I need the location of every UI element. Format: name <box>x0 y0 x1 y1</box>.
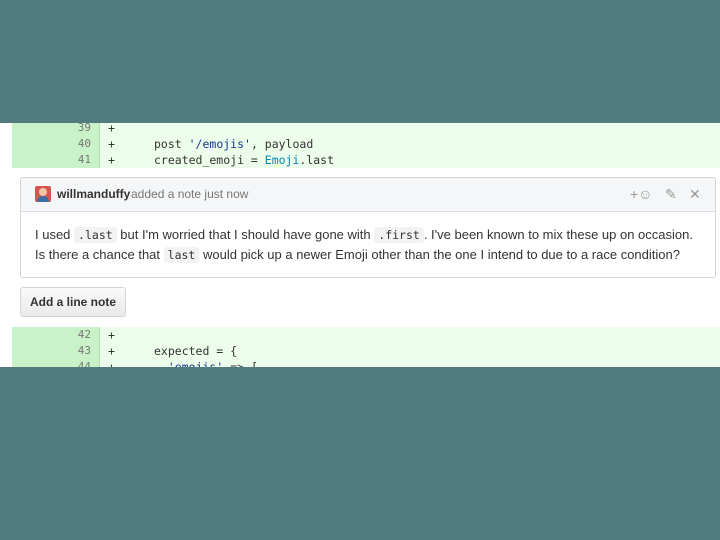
line-number-gutter[interactable]: 43 <box>12 343 100 359</box>
line-number[interactable]: 43 <box>78 343 91 359</box>
line-number[interactable]: 42 <box>78 327 91 343</box>
code-line: + created_emoji = Emoji.last <box>100 152 720 168</box>
edit-icon[interactable]: ✎ <box>665 186 677 202</box>
diff-block-top: 39 +40 + post '/emojis', payload 41 + created_… <box>0 123 720 168</box>
inline-code: last <box>163 247 200 263</box>
code-line: + expected = { <box>100 343 720 359</box>
diff-panel: 39 +40 + post '/emojis', payload 41 + created_… <box>0 123 720 367</box>
note-text: would pick up a newer Emoji other than t… <box>202 247 680 262</box>
diff-line: 41 + created_emoji = Emoji.last <box>0 152 720 168</box>
line-number[interactable]: 44 <box>78 359 91 367</box>
code-line: + post '/emojis', payload <box>100 136 720 152</box>
code-token: post <box>154 137 189 151</box>
code-token: , payload <box>250 137 314 151</box>
code-text: created_emoji = Emoji.last <box>154 152 334 168</box>
diff-block-bottom: 42 +43 + expected = { 44 + 'emojis' => [ <box>0 327 720 367</box>
note-header: willmanduffy added a note just now +☺ ✎ … <box>21 178 715 212</box>
close-icon[interactable]: ✕ <box>689 186 701 202</box>
diff-line: 42 + <box>0 327 720 343</box>
code-line: + 'emojis' => [ <box>100 359 720 367</box>
note-author[interactable]: willmanduffy <box>57 187 130 201</box>
line-note: willmanduffy added a note just now +☺ ✎ … <box>20 177 716 278</box>
avatar[interactable] <box>35 186 51 202</box>
addition-marker: + <box>108 328 115 342</box>
diff-line: 40 + post '/emojis', payload <box>0 136 720 152</box>
note-text: I used <box>35 227 71 242</box>
line-number[interactable]: 41 <box>78 152 91 168</box>
code-token: '/emojis' <box>188 137 251 151</box>
note-text: but I'm worried that I should have gone … <box>120 227 371 242</box>
code-token: Emoji <box>264 153 300 167</box>
note-meta: added a note just now <box>131 187 249 201</box>
code-line: + <box>100 123 720 136</box>
addition-marker: + <box>108 344 115 358</box>
addition-marker: + <box>108 137 115 151</box>
code-token: 'emojis' <box>167 360 224 367</box>
line-number-gutter[interactable]: 42 <box>12 327 100 343</box>
line-number[interactable]: 39 <box>78 123 91 136</box>
add-reaction-icon[interactable]: +☺ <box>630 186 652 202</box>
code-text: expected = { <box>154 343 237 359</box>
code-token: created_emoji = <box>154 153 265 167</box>
note-body: I used .last but I'm worried that I shou… <box>35 225 701 265</box>
addition-marker: + <box>108 153 115 167</box>
line-number[interactable]: 40 <box>78 136 91 152</box>
addition-marker: + <box>108 123 115 135</box>
add-line-note-button[interactable]: Add a line note <box>20 287 126 317</box>
code-text: 'emojis' => [ <box>154 359 258 367</box>
line-number-gutter[interactable]: 44 <box>12 359 100 367</box>
line-number-gutter[interactable]: 39 <box>12 123 100 136</box>
diff-line: 39 + <box>0 123 720 136</box>
line-number-gutter[interactable]: 41 <box>12 152 100 168</box>
code-token: expected = { <box>154 344 238 358</box>
inline-code: .last <box>74 227 117 243</box>
code-line: + <box>100 327 720 343</box>
code-token: .last <box>299 153 335 167</box>
code-text: post '/emojis', payload <box>154 136 313 152</box>
code-token: => [ <box>223 360 258 367</box>
line-number-gutter[interactable]: 40 <box>12 136 100 152</box>
addition-marker: + <box>108 360 115 367</box>
diff-line: 44 + 'emojis' => [ <box>0 359 720 367</box>
inline-code: .first <box>374 227 424 243</box>
diff-line: 43 + expected = { <box>0 343 720 359</box>
